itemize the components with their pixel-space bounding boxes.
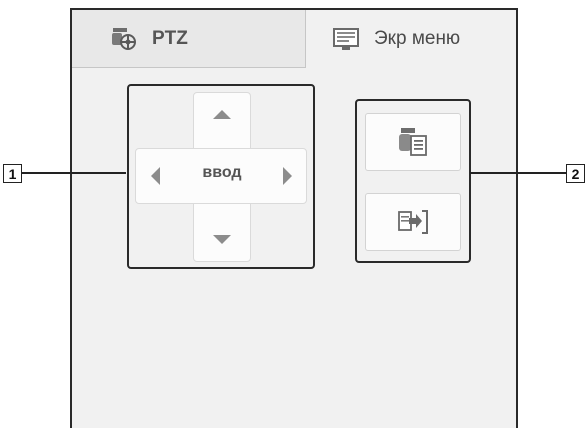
left-arrow-icon[interactable] [151, 167, 160, 185]
ptz-camera-icon [112, 27, 136, 50]
callout-1-leader [22, 172, 126, 174]
tab-ptz[interactable]: PTZ [72, 10, 306, 68]
callout-2-leader [470, 172, 566, 174]
callout-2: 2 [566, 164, 585, 183]
camera-list-button[interactable] [365, 113, 461, 171]
ptz-control-panel: PTZ Экр меню ввод [70, 8, 518, 428]
screen-menu-icon [333, 28, 359, 50]
tab-screen-menu[interactable]: Экр меню [306, 10, 516, 68]
exit-button[interactable] [365, 193, 461, 251]
right-arrow-icon[interactable] [283, 167, 292, 185]
tab-screen-menu-label: Экр меню [374, 28, 461, 49]
exit-icon [398, 210, 428, 234]
direction-pad-group: ввод [127, 84, 315, 269]
action-buttons-group [355, 99, 471, 263]
down-arrow-icon[interactable] [213, 235, 231, 244]
tab-ptz-label: PTZ [152, 27, 188, 49]
camera-list-icon [399, 128, 427, 156]
enter-button[interactable]: ввод [187, 164, 257, 182]
up-arrow-icon[interactable] [213, 110, 231, 119]
callout-1: 1 [3, 164, 22, 183]
